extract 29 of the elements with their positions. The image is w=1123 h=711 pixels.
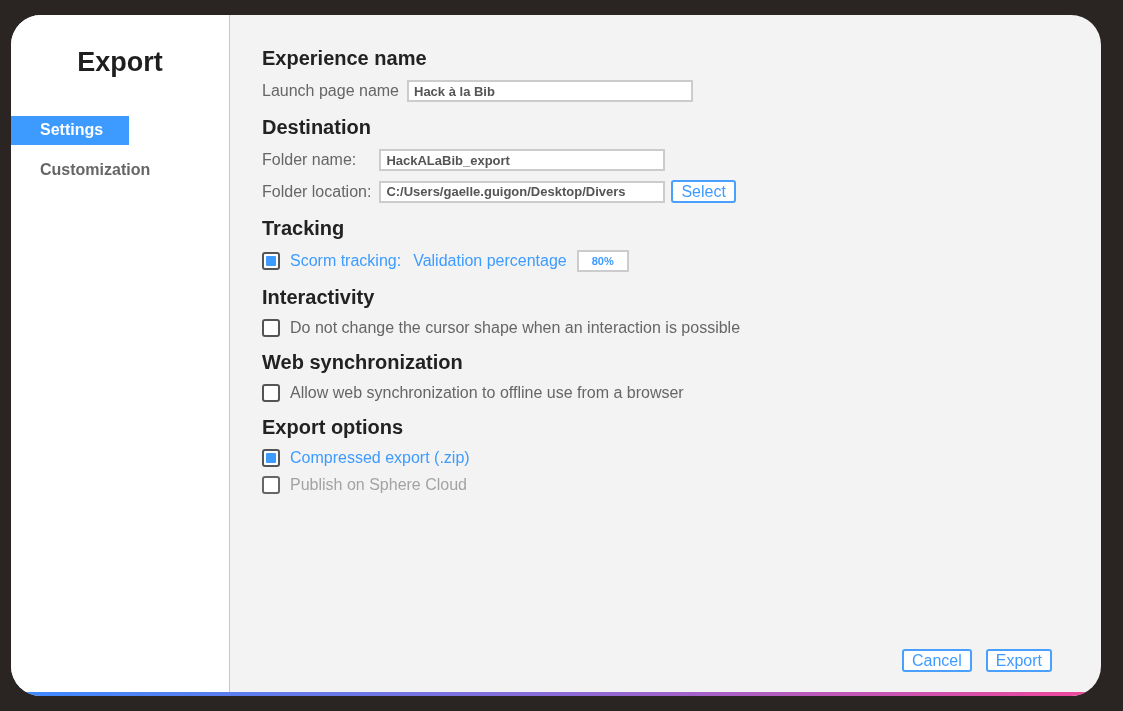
sidebar-item[interactable]: Settings: [11, 116, 130, 145]
section-heading: Destination: [262, 116, 372, 139]
checkbox-label: Allow web synchronization to offline use from a browser: [290, 384, 684, 402]
select-button[interactable]: Select: [671, 180, 736, 203]
checkbox[interactable]: [262, 252, 280, 270]
checkbox-label: Publish on Sphere Cloud: [290, 476, 467, 494]
checkbox-label: Do not change the cursor shape when an interaction is possible: [290, 319, 741, 337]
checkbox[interactable]: [262, 384, 280, 402]
text-field[interactable]: HackALaBib_export: [379, 149, 666, 171]
export-button[interactable]: Export: [985, 649, 1052, 672]
section-heading: Export options: [262, 416, 405, 439]
checkbox[interactable]: [262, 449, 280, 467]
field-label: Launch page name: [262, 82, 399, 100]
field-label: Folder location:: [262, 182, 372, 201]
cancel-button[interactable]: Cancel: [901, 649, 972, 672]
percentage-field[interactable]: 80%: [576, 250, 629, 272]
section-heading: Tracking: [262, 217, 346, 240]
checkbox-label: Compressed export (.zip): [290, 449, 470, 467]
section-heading: Interactivity: [262, 286, 376, 309]
section-heading: Web synchronization: [262, 351, 464, 374]
section-heading: Experience name: [262, 47, 428, 70]
sidebar-item[interactable]: Customization: [11, 156, 177, 185]
text-field[interactable]: C:/Users/gaelle.guigon/Desktop/Divers: [379, 180, 666, 203]
text-field[interactable]: Hack à la Bib: [407, 80, 693, 102]
field-label: Validation percentage: [413, 252, 567, 270]
dialog-title: Export: [76, 47, 164, 78]
checkbox[interactable]: [262, 319, 280, 337]
field-label: Folder name:: [262, 151, 358, 169]
checkbox-label: Scorm tracking:: [290, 252, 402, 270]
